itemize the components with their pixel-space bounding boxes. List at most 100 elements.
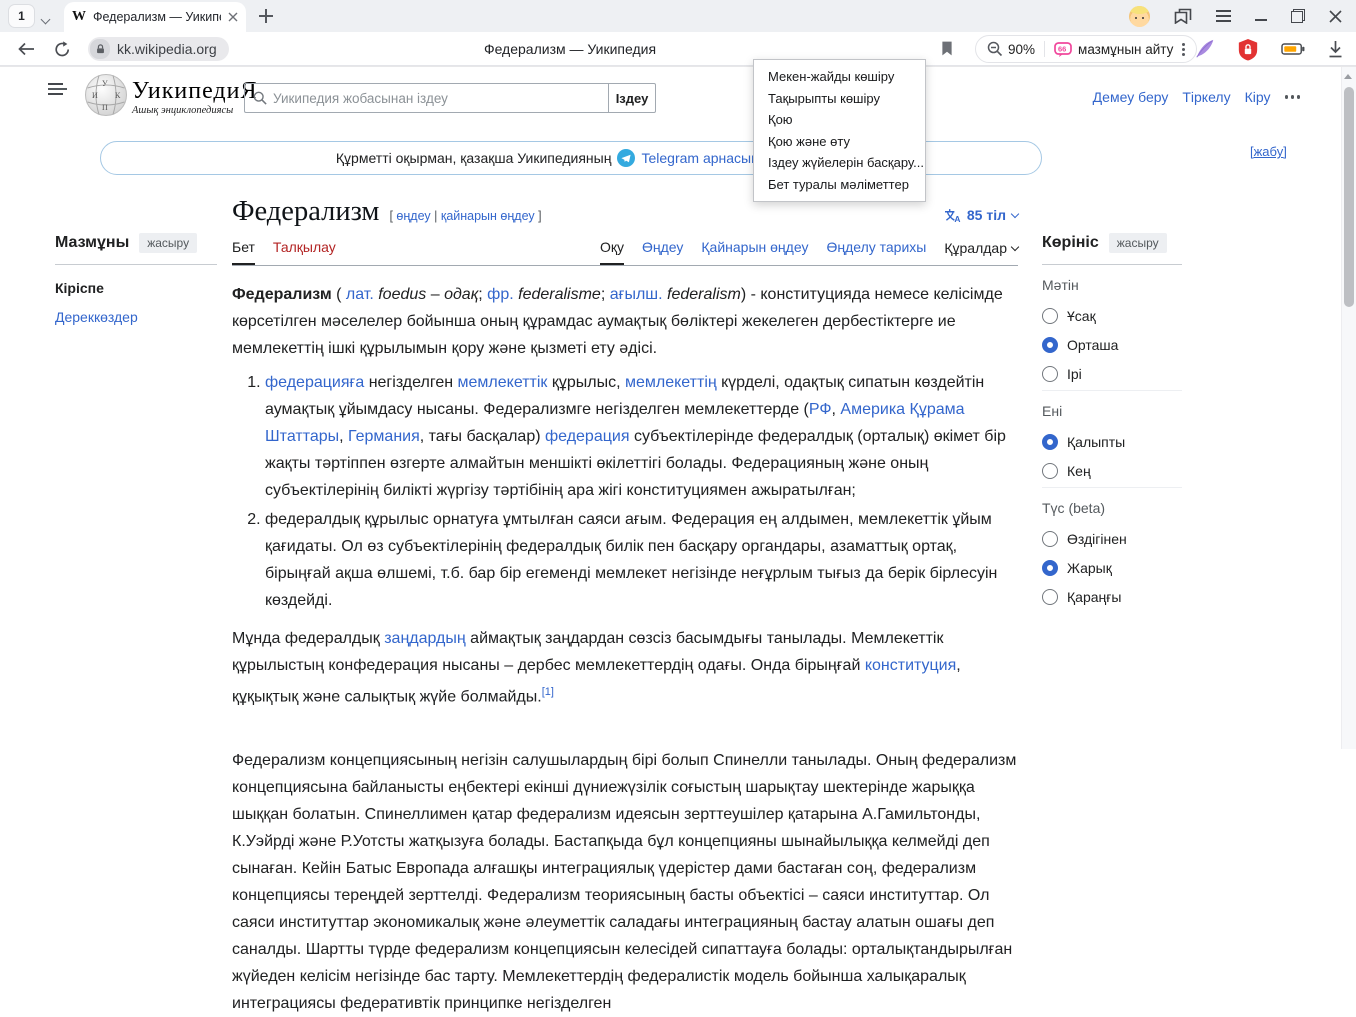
- appearance-heading: Көрініс: [1042, 234, 1099, 252]
- tab-read[interactable]: Оқу: [600, 239, 624, 265]
- tab-history[interactable]: Өңделу тарихы: [826, 239, 926, 265]
- article-link[interactable]: конституция: [865, 657, 956, 674]
- radio-text-standard[interactable]: Орташа: [1042, 337, 1182, 353]
- menu-item-copy-address[interactable]: Мекен-жайды көшіру: [754, 66, 925, 88]
- zoom-control[interactable]: 90%: [987, 41, 1035, 57]
- menu-item-manage-search-engines[interactable]: Іздеу жүйелерін басқару...: [754, 152, 925, 174]
- reference-link[interactable]: [1]: [542, 686, 554, 698]
- tab-talk[interactable]: Талқылау: [273, 239, 336, 265]
- scrollbar-track[interactable]: [1341, 67, 1356, 749]
- address-bar-more-icon[interactable]: [1182, 48, 1185, 51]
- radio-text-small[interactable]: Ұсақ: [1042, 308, 1182, 324]
- downloads-icon[interactable]: [1327, 40, 1344, 58]
- tab-edit[interactable]: Өңдеу: [642, 239, 683, 265]
- radio-width-wide[interactable]: Кең: [1042, 463, 1182, 479]
- tab-article[interactable]: Бет: [232, 239, 255, 265]
- article-paragraph-3: Федерализм концепциясының негізін салушы…: [232, 747, 1018, 1017]
- profile-avatar[interactable]: [1129, 6, 1150, 27]
- scrollbar-thumb[interactable]: [1344, 87, 1354, 307]
- search-button[interactable]: Іздеу: [608, 83, 656, 113]
- back-button[interactable]: [14, 37, 38, 61]
- article-paragraph-1: Федерализм ( лат. foedus – одақ; фр. fed…: [232, 281, 1018, 362]
- radio-width-standard[interactable]: Қалыпты: [1042, 434, 1182, 450]
- window-restore-button[interactable]: [1291, 9, 1305, 23]
- radio-color-automatic[interactable]: Өздігінен: [1042, 531, 1182, 547]
- radio-color-dark[interactable]: Қараңғы: [1042, 589, 1182, 605]
- window-minimize-button[interactable]: [1255, 11, 1267, 21]
- svg-text:У: У: [102, 79, 108, 88]
- window-close-button[interactable]: [1329, 10, 1342, 23]
- reload-button[interactable]: [50, 37, 74, 61]
- radio-color-light[interactable]: Жарық: [1042, 560, 1182, 576]
- wiki-main-menu-icon[interactable]: [48, 88, 67, 90]
- toc-item-intro[interactable]: Кіріспе: [55, 280, 217, 296]
- article-link[interactable]: ағылш.: [610, 286, 663, 303]
- search-input[interactable]: [273, 91, 600, 106]
- telegram-icon: [617, 149, 635, 167]
- bookmark-flag-icon[interactable]: [941, 40, 953, 62]
- menu-item-paste[interactable]: Қою: [754, 109, 925, 131]
- article-tabs: Бет Талқылау Оқу Өңдеу Қайнарын өңдеу Өң…: [232, 239, 1018, 266]
- telegram-channel-link[interactable]: Telegram арнасына: [641, 150, 766, 166]
- address-bar-domain-chip[interactable]: kk.wikipedia.org: [88, 37, 229, 61]
- new-tab-button[interactable]: [258, 8, 274, 24]
- article-link[interactable]: фр.: [487, 286, 514, 303]
- tab-close-icon[interactable]: [228, 12, 238, 22]
- tab-tools[interactable]: Құралдар: [944, 239, 1018, 265]
- radio-icon: [1042, 366, 1058, 382]
- svg-text:И: И: [92, 91, 98, 100]
- radio-icon: [1042, 308, 1058, 324]
- wikipedia-globe-logo[interactable]: У И К П: [84, 73, 128, 122]
- article-link[interactable]: РФ: [809, 401, 832, 418]
- user-menu-ellipsis-icon[interactable]: [1291, 95, 1295, 99]
- browser-tab[interactable]: W Федерализм — Уикипе: [64, 2, 246, 32]
- menu-item-page-info[interactable]: Бет туралы мәліметтер: [754, 174, 925, 196]
- wordmark-title: УикипедиЯ: [132, 79, 257, 103]
- article-link[interactable]: федерация: [545, 428, 630, 445]
- banner-text: Құрметті оқырман, қазақша Уикипедияның: [336, 150, 612, 166]
- article-link[interactable]: мемлекеттік: [458, 374, 548, 391]
- wikipedia-wordmark[interactable]: УикипедиЯ Ашық энциклопедиясы: [132, 79, 257, 116]
- list-item: федералдық құрылыс орнатуға ұмтылған сая…: [265, 506, 1018, 614]
- wordmark-subtitle: Ашық энциклопедиясы: [132, 105, 257, 116]
- tab-counter-button[interactable]: 1: [8, 4, 35, 28]
- article-link[interactable]: Германия: [348, 428, 420, 445]
- article-link[interactable]: қайнарын өңдеу: [441, 209, 535, 223]
- speak-bubble-icon: 66: [1054, 42, 1072, 57]
- protect-shield-icon[interactable]: [1237, 38, 1259, 61]
- browser-menu-icon[interactable]: [1216, 15, 1231, 17]
- article-link[interactable]: өңдеу: [396, 209, 430, 223]
- scrollbar-up-arrow[interactable]: [1344, 74, 1352, 79]
- languages-button[interactable]: A 85 тіл: [944, 207, 1018, 227]
- banner-close-link[interactable]: [жабу]: [1250, 144, 1287, 159]
- svg-text:П: П: [102, 103, 108, 112]
- article-link[interactable]: заңдардың: [384, 630, 466, 647]
- menu-item-copy-title[interactable]: Тақырыпты көшіру: [754, 88, 925, 110]
- language-icon: A: [944, 208, 961, 223]
- toc-item-references[interactable]: Дереккөздер: [55, 309, 217, 325]
- register-link[interactable]: Тіркелу: [1182, 89, 1230, 105]
- read-aloud-button[interactable]: 66 мазмұнын айту: [1054, 42, 1173, 57]
- article-link[interactable]: федерацияға: [265, 374, 364, 391]
- title-edit-links: [ өңдеу | қайнарын өңдеу ]: [389, 209, 541, 223]
- zoom-out-icon: [987, 41, 1003, 57]
- article-link[interactable]: лат.: [346, 286, 374, 303]
- toc-hide-button[interactable]: жасыру: [139, 233, 197, 253]
- pen-highlight-icon[interactable]: [1194, 38, 1216, 60]
- address-bar-context-menu: Мекен-жайды көшіру Тақырыпты көшіру Қою …: [753, 59, 926, 202]
- toc-heading: Мазмұны: [55, 234, 129, 252]
- tab-edit-source[interactable]: Қайнарын өңдеу: [701, 239, 808, 265]
- appearance-hide-button[interactable]: жасыру: [1109, 233, 1167, 253]
- tab-list-chevron-icon[interactable]: [42, 10, 49, 28]
- search-icon: [253, 91, 267, 105]
- battery-saver-icon[interactable]: [1280, 38, 1306, 60]
- bookmarks-panel-icon[interactable]: [1174, 8, 1192, 24]
- radio-text-large[interactable]: Ірі: [1042, 366, 1182, 382]
- donate-link[interactable]: Демеу беру: [1093, 89, 1169, 105]
- appearance-group-label: Ені: [1042, 390, 1182, 421]
- article-link[interactable]: мемлекеттің: [625, 374, 717, 391]
- menu-item-paste-and-go[interactable]: Қою және өту: [754, 131, 925, 153]
- login-link[interactable]: Кіру: [1245, 89, 1271, 105]
- radio-icon: [1042, 531, 1058, 547]
- radio-selected-icon: [1042, 337, 1058, 353]
